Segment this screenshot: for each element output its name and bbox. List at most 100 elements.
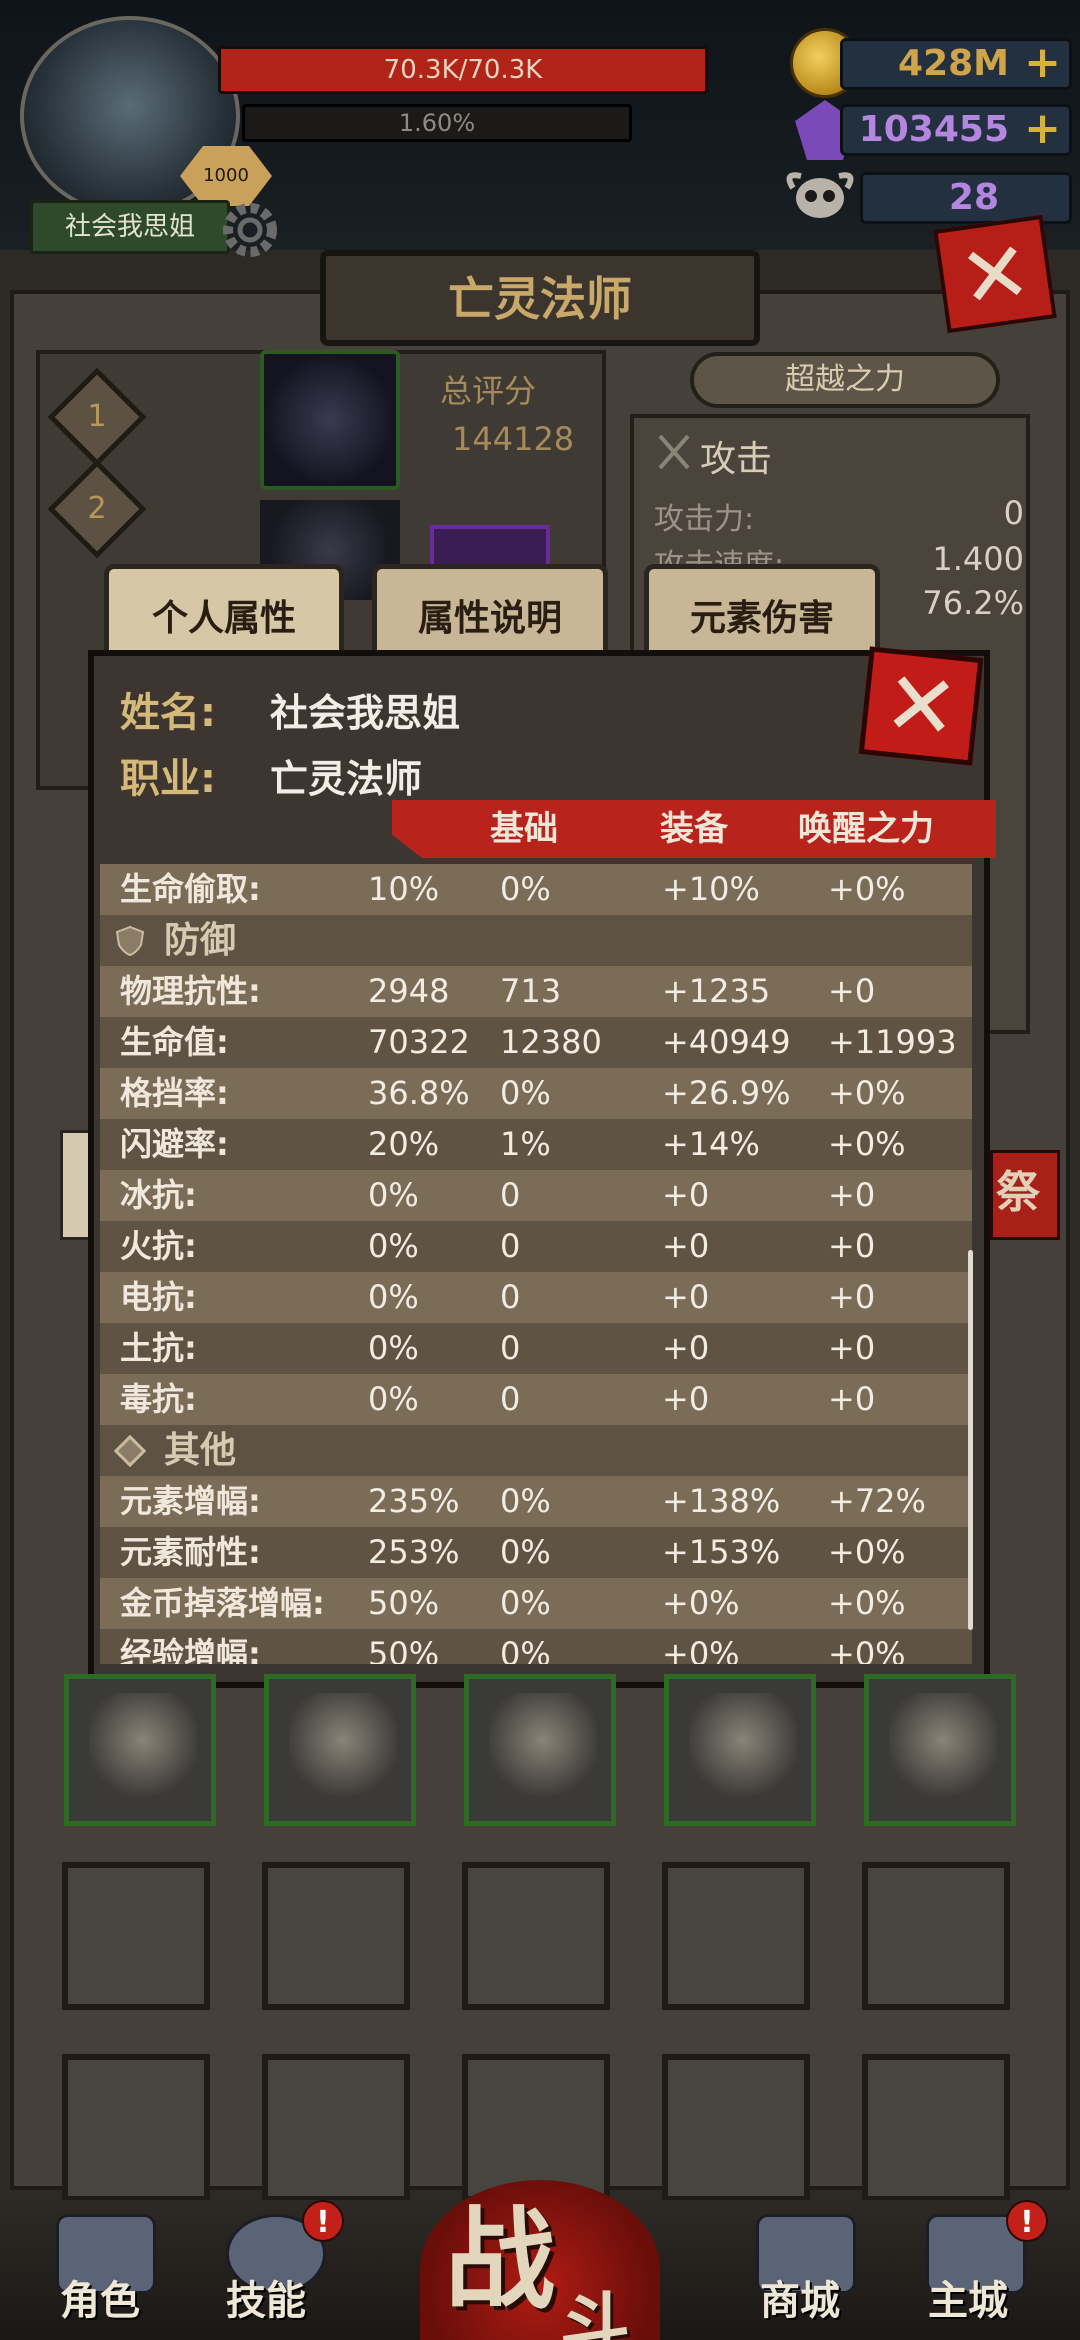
battle-label-main: 战 xyxy=(445,2196,555,2324)
attribute-awaken: +0 xyxy=(828,972,876,1010)
nav-item-main-city[interactable]: 主城 xyxy=(928,2268,1008,2326)
attribute-label: 生命值: xyxy=(120,1023,229,1061)
equip-slot-4[interactable] xyxy=(664,1674,816,1826)
class-value: 亡灵法师 xyxy=(270,757,423,801)
attribute-awaken: +0% xyxy=(828,1635,906,1664)
battle-label-sub: 斗 xyxy=(560,2285,630,2340)
transcend-button[interactable]: 超越之力 xyxy=(690,352,1000,408)
attribute-row: 物理抗性: 2948 713 +1235 +0 xyxy=(100,966,972,1017)
attribute-row: 土抗: 0% 0 +0 +0 xyxy=(100,1323,972,1374)
attribute-equip: +26.9% xyxy=(662,1074,791,1112)
city-notification-badge: ! xyxy=(1006,2200,1048,2242)
attribute-equip: +40949 xyxy=(662,1023,791,1061)
section-header: 其他 xyxy=(100,1425,972,1476)
side-tab-right-label: 祭 xyxy=(996,1167,1040,1218)
attribute-base: 0 xyxy=(500,1227,521,1265)
attribute-label: 毒抗: xyxy=(120,1380,197,1418)
column-header-equip: 装备 xyxy=(660,809,728,849)
inventory-slot[interactable] xyxy=(262,1862,410,2010)
close-icon: ✕ xyxy=(953,221,1037,329)
attribute-total: 0% xyxy=(368,1329,419,1367)
attribute-base: 0 xyxy=(500,1176,521,1214)
equip-slot-3[interactable] xyxy=(464,1674,616,1826)
panel-close-button[interactable]: ✕ xyxy=(933,214,1057,334)
attribute-awaken: +0% xyxy=(828,1584,906,1622)
attribute-equip: +0 xyxy=(662,1227,710,1265)
dark-armor-icon xyxy=(689,1693,797,1811)
attribute-awaken: +0 xyxy=(828,1380,876,1418)
section-title: 防御 xyxy=(164,920,237,961)
attribute-total: 0% xyxy=(368,1278,419,1316)
attribute-total: 50% xyxy=(368,1635,440,1664)
attribute-row: 生命偷取: 10% 0% +10% +0% xyxy=(100,864,972,915)
add-gold-button[interactable]: + xyxy=(1024,39,1061,87)
gem-value: 103455 xyxy=(858,109,1009,150)
attribute-equip: +10% xyxy=(662,870,760,908)
inventory-slot[interactable] xyxy=(662,2054,810,2202)
attribute-row: 格挡率: 36.8% 0% +26.9% +0% xyxy=(100,1068,972,1119)
slot-diamond-1-label: 1 xyxy=(87,399,107,434)
column-header-base: 基础 xyxy=(490,809,558,849)
attribute-label: 土抗: xyxy=(120,1329,197,1367)
attribute-awaken: +0 xyxy=(828,1278,876,1316)
shield-icon xyxy=(114,925,146,957)
player-name: 社会我思姐 xyxy=(30,200,230,254)
nav-item-character[interactable]: 角色 xyxy=(60,2268,140,2326)
add-gem-button[interactable]: + xyxy=(1024,105,1061,153)
skull-value: 28 xyxy=(948,177,999,218)
attribute-total: 50% xyxy=(368,1584,440,1622)
attribute-row: 元素增幅: 235% 0% +138% +72% xyxy=(100,1476,972,1527)
attribute-equip: +0 xyxy=(662,1176,710,1214)
attribute-awaken: +0% xyxy=(828,870,906,908)
dialog-close-button[interactable]: ✕ xyxy=(858,646,984,766)
inventory-slot[interactable] xyxy=(862,2054,1010,2202)
gold-counter: 428M + xyxy=(840,38,1072,90)
diamond-icon xyxy=(114,1435,146,1467)
name-label: 姓名: xyxy=(120,690,216,736)
close-icon: ✕ xyxy=(878,650,964,761)
attribute-row: 闪避率: 20% 1% +14% +0% xyxy=(100,1119,972,1170)
attribute-label: 冰抗: xyxy=(120,1176,197,1214)
inventory-slot[interactable] xyxy=(462,1862,610,2010)
attribute-base: 0% xyxy=(500,1482,551,1520)
attribute-total: 253% xyxy=(368,1533,460,1571)
attribute-base: 0% xyxy=(500,1074,551,1112)
equipped-helmet-icon[interactable] xyxy=(260,350,400,490)
section-title: 其他 xyxy=(164,1430,237,1471)
gold-value: 428M xyxy=(898,43,1009,84)
attack-power-label: 攻击力: xyxy=(654,502,755,537)
inventory-slot[interactable] xyxy=(262,2054,410,2202)
hp-text: 70.3K/70.3K xyxy=(383,55,543,85)
attribute-row: 冰抗: 0% 0 +0 +0 xyxy=(100,1170,972,1221)
skeleton-armor-icon xyxy=(289,1693,397,1811)
slot-diamond-2-label: 2 xyxy=(87,491,107,526)
equip-slot-5[interactable] xyxy=(864,1674,1016,1826)
gem-counter: 103455 + xyxy=(840,104,1072,156)
scrollbar[interactable] xyxy=(968,1250,973,1630)
inventory-slot[interactable] xyxy=(862,1862,1010,2010)
attribute-label: 经验增幅: xyxy=(120,1635,261,1664)
nav-item-skills[interactable]: 技能 xyxy=(226,2268,306,2326)
attribute-awaken: +0% xyxy=(828,1533,906,1571)
gear-icon[interactable] xyxy=(215,195,285,265)
attribute-label: 闪避率: xyxy=(120,1125,229,1163)
attribute-total: 2948 xyxy=(368,972,450,1010)
attributes-table[interactable]: 生命偷取: 10% 0% +10% +0% 防御 物理抗性: 2948 713 +1235 +0 生命… xyxy=(100,864,972,1664)
attribute-awaken: +0 xyxy=(828,1329,876,1367)
nav-item-shop[interactable]: 商城 xyxy=(760,2268,840,2326)
attribute-label: 电抗: xyxy=(120,1278,197,1316)
inventory-slot[interactable] xyxy=(62,2054,210,2202)
attribute-equip: +138% xyxy=(662,1482,781,1520)
attribute-row: 毒抗: 0% 0 +0 +0 xyxy=(100,1374,972,1425)
equip-slot-2[interactable] xyxy=(264,1674,416,1826)
attribute-equip: +153% xyxy=(662,1533,781,1571)
inventory-slot[interactable] xyxy=(662,1862,810,2010)
attribute-equip: +0% xyxy=(662,1584,740,1622)
attribute-equip: +0 xyxy=(662,1278,710,1316)
attribute-total: 0% xyxy=(368,1227,419,1265)
attribute-base: 0% xyxy=(500,1584,551,1622)
xp-text: 1.60% xyxy=(398,109,476,137)
equip-slot-1[interactable] xyxy=(64,1674,216,1826)
inventory-slot[interactable] xyxy=(62,1862,210,2010)
boots-icon xyxy=(889,1693,997,1811)
